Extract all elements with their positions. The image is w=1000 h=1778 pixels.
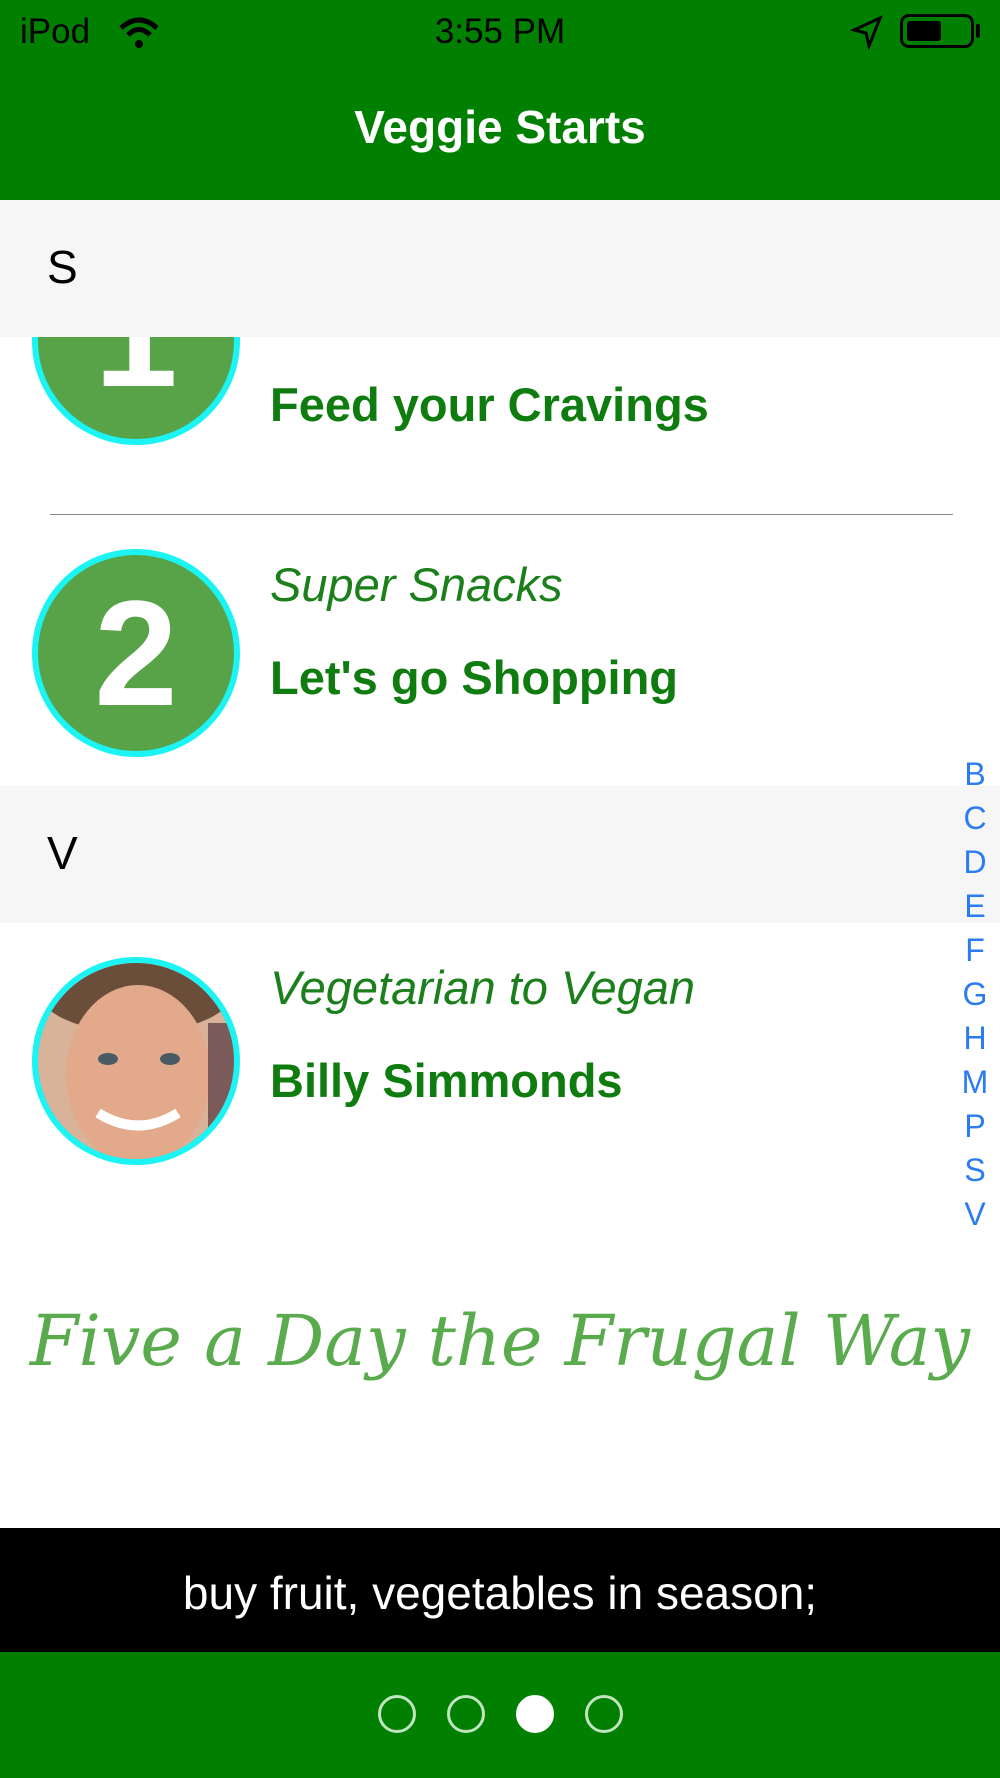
row-title: Billy Simmonds	[270, 1054, 623, 1107]
index-letter-e[interactable]: E	[950, 884, 1000, 928]
caption-text: buy fruit, vegetables in season;	[182, 1567, 818, 1619]
index-letter-b[interactable]: B	[950, 752, 1000, 796]
section-letter: V	[47, 827, 78, 879]
index-letter-v[interactable]: V	[950, 1192, 1000, 1236]
avatar	[32, 957, 240, 1165]
index-letter-g[interactable]: G	[950, 972, 1000, 1016]
section-index[interactable]: BCDEFGHMPSV	[950, 752, 1000, 1236]
index-letter-d[interactable]: D	[950, 840, 1000, 884]
row-title: Let's go Shopping	[270, 651, 679, 704]
page-control[interactable]	[0, 1652, 1000, 1778]
page-title: Veggie Starts	[354, 101, 646, 153]
section-header-v: V	[0, 786, 1000, 923]
list-item[interactable]: 1 Feed your Cravings	[0, 337, 950, 514]
index-letter-c[interactable]: C	[950, 796, 1000, 840]
banner-text: Five a Day the Frugal Way	[29, 1300, 971, 1382]
index-letter-h[interactable]: H	[950, 1016, 1000, 1060]
index-letter-f[interactable]: F	[950, 928, 1000, 972]
badge-number: 1	[38, 337, 234, 421]
list-item[interactable]: Vegetarian to Vegan Billy Simmonds	[0, 923, 950, 1183]
index-letter-p[interactable]: P	[950, 1104, 1000, 1148]
location-arrow-icon	[850, 15, 883, 50]
index-letter-m[interactable]: M	[950, 1060, 1000, 1104]
battery-cap	[976, 24, 980, 38]
battery-icon	[900, 14, 974, 48]
person-photo-icon	[38, 963, 234, 1159]
page-dot[interactable]	[585, 1695, 623, 1733]
page-dot[interactable]	[447, 1695, 485, 1733]
page-dot[interactable]	[516, 1695, 554, 1733]
row-subtitle: Vegetarian to Vegan	[270, 961, 696, 1014]
section-header-s: S	[0, 200, 1000, 337]
list-item[interactable]: 2 Super Snacks Let's go Shopping	[0, 515, 950, 785]
caption-bar: buy fruit, vegetables in season;	[0, 1528, 1000, 1652]
number-badge: 1	[32, 337, 240, 445]
number-badge: 2	[32, 549, 240, 757]
row-title: Feed your Cravings	[270, 378, 709, 431]
navigation-bar: iPod 3:55 PM Veggie Starts	[0, 0, 1000, 200]
row-subtitle: Super Snacks	[270, 558, 563, 611]
badge-number: 2	[94, 569, 178, 737]
page-dot[interactable]	[378, 1695, 416, 1733]
section-letter: S	[47, 241, 78, 293]
index-letter-s[interactable]: S	[950, 1148, 1000, 1192]
